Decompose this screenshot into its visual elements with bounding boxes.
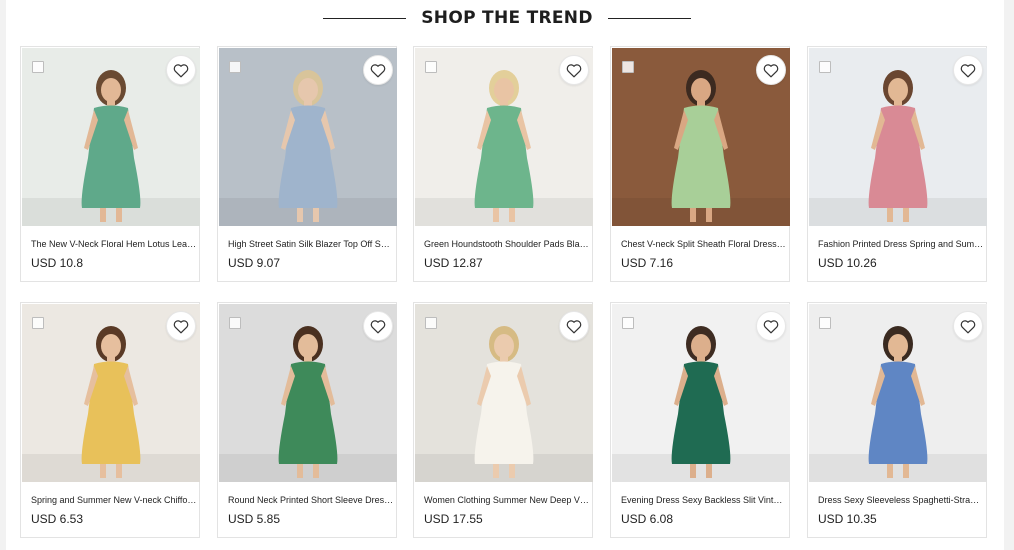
wishlist-button[interactable] <box>166 311 196 341</box>
heart-icon <box>763 319 779 333</box>
product-price: USD 6.08 <box>621 512 674 526</box>
product-name[interactable]: Fashion Printed Dress Spring and Summer … <box>818 239 984 249</box>
product-price: USD 7.16 <box>621 256 674 270</box>
product-price: USD 10.8 <box>31 256 84 270</box>
wishlist-button[interactable] <box>953 311 983 341</box>
product-price: USD 10.35 <box>818 512 877 526</box>
heart-icon <box>173 319 189 333</box>
product-price: USD 5.85 <box>228 512 281 526</box>
product-card[interactable]: Round Neck Printed Short Sleeve Dress Lo… <box>217 302 397 538</box>
select-checkbox[interactable] <box>425 317 437 329</box>
product-name[interactable]: High Street Satin Silk Blazer Top Off Sh… <box>228 239 394 249</box>
wishlist-button[interactable] <box>756 55 786 85</box>
product-price: USD 12.87 <box>424 256 483 270</box>
wishlist-button[interactable] <box>166 55 196 85</box>
wishlist-button[interactable] <box>363 311 393 341</box>
product-name[interactable]: Spring and Summer New V-neck Chiffon Flo… <box>31 495 197 505</box>
wishlist-button[interactable] <box>559 311 589 341</box>
heart-icon <box>173 63 189 77</box>
product-price: USD 6.53 <box>31 512 84 526</box>
product-card[interactable]: Dress Sexy Sleeveless Spaghetti-Strap Fl… <box>807 302 987 538</box>
product-name[interactable]: Dress Sexy Sleeveless Spaghetti-Strap Fl… <box>818 495 984 505</box>
heart-icon <box>763 63 779 77</box>
heading-rule-left <box>323 17 407 19</box>
product-name[interactable]: Women Clothing Summer New Deep V Lace Ma… <box>424 495 590 505</box>
section-heading: SHOP THE TREND <box>0 0 1014 36</box>
product-name[interactable]: The New V-Neck Floral Hem Lotus Leaf Sle… <box>31 239 197 249</box>
product-card[interactable]: Chest V-neck Split Sheath Floral Dress S… <box>610 46 790 282</box>
heart-icon <box>566 319 582 333</box>
product-price: USD 17.55 <box>424 512 483 526</box>
product-card[interactable]: Women Clothing Summer New Deep V Lace Ma… <box>413 302 593 538</box>
select-checkbox[interactable] <box>229 317 241 329</box>
heart-icon <box>566 63 582 77</box>
product-card[interactable]: Fashion Printed Dress Spring and Summer … <box>807 46 987 282</box>
heart-icon <box>960 63 976 77</box>
heart-icon <box>370 319 386 333</box>
product-card[interactable]: Spring and Summer New V-neck Chiffon Flo… <box>20 302 200 538</box>
wishlist-button[interactable] <box>363 55 393 85</box>
product-price: USD 10.26 <box>818 256 877 270</box>
product-name[interactable]: Round Neck Printed Short Sleeve Dress Lo… <box>228 495 394 505</box>
select-checkbox[interactable] <box>622 61 634 73</box>
product-price: USD 9.07 <box>228 256 281 270</box>
select-checkbox[interactable] <box>622 317 634 329</box>
select-checkbox[interactable] <box>819 61 831 73</box>
product-name[interactable]: Green Houndstooth Shoulder Pads Blazer S… <box>424 239 590 249</box>
product-name[interactable]: Evening Dress Sexy Backless Slit Vintage… <box>621 495 787 505</box>
product-card[interactable]: High Street Satin Silk Blazer Top Off Sh… <box>217 46 397 282</box>
heart-icon <box>370 63 386 77</box>
select-checkbox[interactable] <box>32 61 44 73</box>
wishlist-button[interactable] <box>559 55 589 85</box>
product-card[interactable]: The New V-Neck Floral Hem Lotus Leaf Sle… <box>20 46 200 282</box>
wishlist-button[interactable] <box>953 55 983 85</box>
select-checkbox[interactable] <box>819 317 831 329</box>
select-checkbox[interactable] <box>32 317 44 329</box>
wishlist-button[interactable] <box>756 311 786 341</box>
select-checkbox[interactable] <box>425 61 437 73</box>
heart-icon <box>960 319 976 333</box>
section-title: SHOP THE TREND <box>421 8 593 28</box>
product-card[interactable]: Green Houndstooth Shoulder Pads Blazer S… <box>413 46 593 282</box>
product-card[interactable]: Evening Dress Sexy Backless Slit Vintage… <box>610 302 790 538</box>
product-name[interactable]: Chest V-neck Split Sheath Floral Dress S… <box>621 239 787 249</box>
heading-rule-right <box>607 17 691 19</box>
select-checkbox[interactable] <box>229 61 241 73</box>
